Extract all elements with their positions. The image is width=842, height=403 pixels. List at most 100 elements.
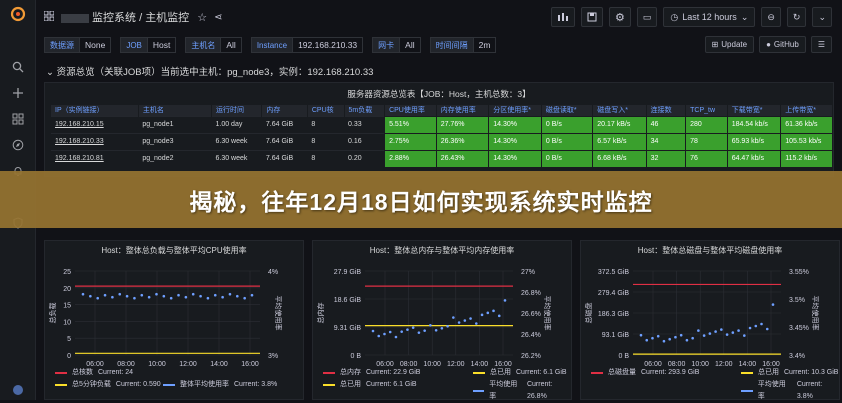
var-job-select[interactable]: Host [147, 37, 177, 53]
series-point [411, 326, 415, 329]
legend-swatch [473, 372, 485, 374]
col-cpu-usage[interactable]: CPU使用率 [384, 105, 437, 116]
series-point [697, 329, 700, 332]
dashboard-list-button[interactable]: ☰ [810, 36, 832, 53]
table-cell: 184.54 kb/s [726, 115, 782, 134]
legend-swatch [55, 384, 67, 386]
apps-icon[interactable] [43, 8, 55, 26]
var-interval-select[interactable]: 2m [473, 37, 497, 53]
legend-name: 总5分钟负载 [72, 381, 111, 388]
gear-icon: ⚙ [615, 11, 625, 24]
series-point [169, 296, 173, 300]
legend-item[interactable]: 总已用 Current: 6.1 GiB [473, 367, 571, 379]
grafana-logo-icon[interactable] [8, 4, 28, 24]
table-cell: 0.16 [344, 132, 385, 150]
col-memory[interactable]: 内存 [261, 105, 308, 116]
table-cell: 14.30% [488, 115, 542, 134]
page-title: 主机监控 [145, 12, 190, 24]
col-mem-usage[interactable]: 内存使用率 [436, 105, 490, 116]
series-point [714, 330, 717, 333]
add-panel-button[interactable] [551, 7, 576, 27]
y-tick-label: 10 [63, 319, 71, 326]
series-point [674, 335, 677, 339]
series-point [199, 294, 202, 298]
legend-item[interactable]: 总已用 Current: 10.3 GiB [741, 367, 839, 379]
cell-ip-link[interactable]: 192.168.210.33 [51, 132, 139, 150]
legend-swatch [473, 390, 485, 392]
settings-button[interactable]: ⚙ [609, 7, 631, 27]
col-connections[interactable]: 连接数 [646, 105, 687, 116]
table-cell: 46 [645, 115, 687, 134]
series-point [400, 330, 403, 333]
series-point [96, 296, 99, 300]
table-cell: 64.47 kb/s [726, 149, 782, 168]
col-partition-usage[interactable]: 分区使用率* [488, 105, 542, 116]
series-point [771, 303, 775, 306]
var-instance-select[interactable]: 192.168.210.33 [293, 37, 364, 53]
col-ip[interactable]: IP（实例链接） [51, 105, 139, 116]
var-hostname-select[interactable]: All [221, 37, 242, 53]
table-cell: 0.33 [344, 115, 385, 133]
col-load5[interactable]: 5m负载 [344, 105, 386, 116]
var-datasource-select[interactable]: None [80, 37, 112, 53]
legend-current: Current: 24 [98, 369, 134, 376]
legend-current: Current: 10.3 GiB [784, 369, 839, 376]
legend-item[interactable]: 平均使用率 Current: 26.8% [473, 379, 571, 403]
series-point [206, 296, 210, 300]
col-upload[interactable]: 上传带宽* [780, 105, 833, 116]
refresh-interval-dropdown[interactable]: ⌄ [812, 7, 832, 27]
series-point [377, 334, 381, 338]
legend-name: 总内存 [340, 369, 361, 376]
series-point [440, 326, 444, 330]
col-tcp-tw[interactable]: TCP_tw [685, 105, 728, 116]
row-header[interactable]: ⌄ 资源总览（关联JOB项）当前选中主机：pg_node3，实例：192.168… [46, 64, 373, 78]
legend-swatch [741, 390, 753, 392]
chevron-down-icon: ⌄ [740, 11, 749, 22]
series-point [434, 328, 438, 332]
plus-icon[interactable] [8, 83, 28, 103]
share-icon[interactable]: ⋖ [214, 12, 222, 23]
series-point [639, 333, 643, 337]
legend-item[interactable]: 整体平均使用率 Current: 3.8% [163, 379, 277, 391]
y2-tick-label: 26.6% [521, 311, 541, 318]
zoom-out-button[interactable]: ⊖ [761, 7, 781, 27]
series-point [81, 292, 85, 296]
col-disk-write[interactable]: 磁盘写入* [592, 105, 647, 116]
save-button[interactable] [581, 7, 604, 27]
col-cpu-cores[interactable]: CPU核 [307, 105, 345, 116]
cell-ip-link[interactable]: 192.168.210.15 [51, 115, 139, 133]
y2-tick-label: 3.5% [789, 297, 805, 304]
avatar[interactable] [8, 380, 28, 400]
table-cell: 26.43% [435, 149, 490, 168]
update-link-button[interactable]: ⊞ Update [704, 36, 755, 53]
explore-icon[interactable] [8, 135, 28, 155]
col-download[interactable]: 下载带宽* [727, 105, 782, 116]
col-uptime[interactable]: 运行时间 [211, 105, 263, 116]
github-link-button[interactable]: ● GitHub [759, 36, 806, 53]
series-point [394, 335, 398, 339]
cycle-view-button[interactable]: ▭ [636, 7, 658, 27]
y-axis-label: 总负载 [48, 303, 57, 324]
series-point [486, 311, 490, 315]
table-cell: 20.17 kB/s [592, 115, 647, 134]
time-picker[interactable]: ◷ Last 12 hours ⌄ [663, 7, 756, 27]
dashboards-icon[interactable] [8, 109, 28, 129]
legend-item[interactable]: 总核数 Current: 24 [55, 367, 277, 379]
col-hostname[interactable]: 主机名 [138, 105, 212, 116]
legend-current: Current: 3.8% [796, 381, 823, 400]
legend-current: Current: 3.8% [234, 381, 278, 388]
table-cell: 14.30% [488, 149, 542, 168]
search-icon[interactable] [8, 57, 28, 77]
refresh-button[interactable]: ↻ [786, 7, 807, 27]
cell-ip-link[interactable]: 192.168.210.81 [51, 149, 139, 167]
col-disk-read[interactable]: 磁盘读取* [541, 105, 594, 116]
y2-tick-label: 4% [268, 269, 278, 276]
legend-name: 总已用 [340, 381, 361, 388]
y2-tick-label: 27% [521, 269, 535, 276]
breadcrumb[interactable]: 监控系统 / 主机监控 [58, 9, 189, 25]
table-cell: 0 B/s [540, 132, 594, 151]
star-icon[interactable]: ☆ [197, 11, 207, 24]
legend-item[interactable]: 平均使用率 Current: 3.8% [741, 379, 839, 403]
series-point [497, 314, 501, 318]
var-nic-select[interactable]: All [400, 37, 421, 53]
